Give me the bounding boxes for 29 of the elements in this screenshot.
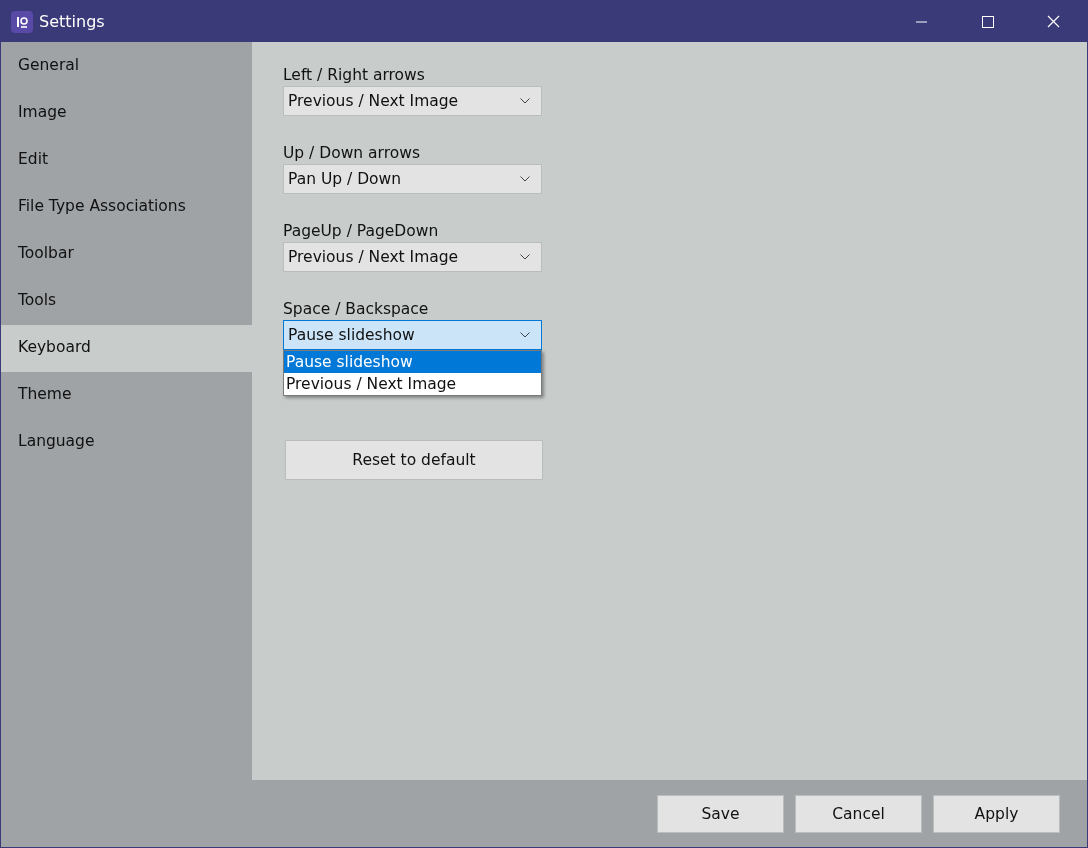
dropdown-option[interactable]: Previous / Next Image	[284, 373, 541, 395]
chevron-icon	[520, 176, 530, 182]
dropdown-option[interactable]: Pause slideshow	[284, 351, 541, 373]
sidebar-item[interactable]: Theme	[1, 372, 252, 419]
sidebar-item[interactable]: Language	[1, 419, 252, 466]
chevron-icon	[520, 254, 530, 260]
footer-button[interactable]: Apply	[933, 794, 1060, 833]
setting-label: Left / Right arrows	[283, 65, 425, 86]
setting-label: Space / Backspace	[283, 299, 429, 320]
dropdown[interactable]: Previous / Next Image	[283, 86, 542, 116]
sidebar-item[interactable]: Toolbar	[1, 231, 252, 278]
sidebar-item[interactable]: Edit	[1, 137, 252, 184]
dropdown[interactable]: Pause slideshow	[283, 320, 542, 350]
sidebar-item[interactable]: Image	[1, 90, 252, 137]
setting-label: PageUp / PageDown	[283, 221, 439, 242]
dropdown[interactable]: Previous / Next Image	[283, 242, 542, 272]
sidebar-item[interactable]: General	[1, 43, 252, 90]
sidebar-item[interactable]: Keyboard	[1, 325, 252, 372]
app-icon	[11, 10, 33, 33]
window-title: Settings	[39, 12, 105, 31]
reset-button[interactable]: Reset to default	[285, 440, 543, 480]
setting-label: Up / Down arrows	[283, 143, 420, 164]
chevron-icon	[520, 98, 530, 104]
footer-button[interactable]: Save	[657, 794, 784, 833]
sidebar-item[interactable]: File Type Associations	[1, 184, 252, 231]
sidebar-item[interactable]: Tools	[1, 278, 252, 325]
chevron-icon	[520, 332, 530, 338]
footer-button[interactable]: Cancel	[795, 794, 922, 833]
dropdown[interactable]: Pan Up / Down	[283, 164, 542, 194]
